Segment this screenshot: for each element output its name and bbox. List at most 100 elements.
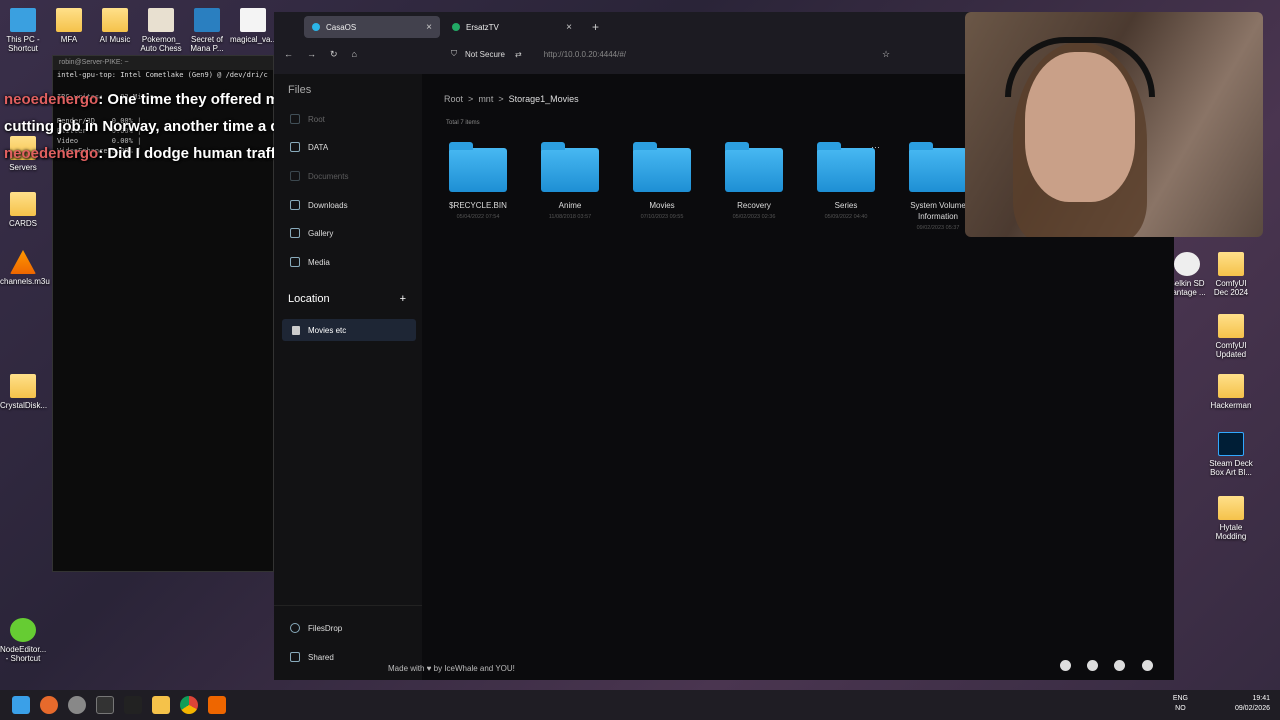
file-explorer-icon[interactable] [152,696,170,714]
folder-icon [1218,496,1244,520]
tab-casaos[interactable]: CasaOS × [304,16,440,38]
file-icon [240,8,266,32]
desktop-icon-nodeeditor[interactable]: NodeEditor... - Shortcut [0,618,46,663]
language-indicator[interactable]: ENG NO [1173,694,1188,714]
terminal-icon[interactable] [96,696,114,714]
folder-icon [725,142,783,192]
sidebar-item-data[interactable]: DATA [290,142,328,152]
home-icon[interactable]: ⌂ [352,49,357,59]
desktop-icon-comfyui-dec[interactable]: ComfyUI Dec 2024 [1208,252,1254,297]
sidebar-item-documents[interactable]: Documents [290,171,348,181]
desktop-icon-mfa[interactable]: MFA [46,8,92,44]
breadcrumb-mnt[interactable]: mnt [478,94,493,104]
desktop-icon-this-pc[interactable]: This PC - Shortcut [0,8,46,53]
app-icon [148,8,174,32]
terminal-titlebar: robin@Server-PIKE: ~ [53,56,273,70]
document-icon [290,171,300,181]
app-icon[interactable] [68,696,86,714]
desktop-icon-comfyui-updated[interactable]: ComfyUI Updated [1208,314,1254,359]
sidebar-item-filesdrop[interactable]: FilesDrop [290,623,342,633]
clock[interactable]: 19:41 09/02/2026 [1235,694,1270,714]
folder-item[interactable]: Recovery 05/02/2023 02:36 [714,142,794,220]
folder-icon [449,142,507,192]
app-icon [1174,252,1200,276]
folder-icon [102,8,128,32]
location-header: Location + [288,293,406,305]
reload-icon[interactable]: ↻ [330,49,338,60]
folder-icon [1218,374,1244,398]
breadcrumb-current: Storage1_Movies [508,94,579,104]
add-location-button[interactable]: + [400,293,406,305]
desktop-icon-crystaldisk[interactable]: CrystalDisk... [0,374,47,410]
back-icon[interactable]: ← [284,49,293,59]
desktop-icon-hackerman[interactable]: Hackerman [1208,374,1254,410]
folder-icon [541,142,599,192]
folder-icon [909,142,967,192]
files-sidebar: Files Root DATA Documents Downloads Gall… [274,74,422,680]
new-tab-button[interactable]: + [592,20,599,34]
app-icon [10,618,36,642]
filesdrop-icon [290,623,300,633]
vlc-icon[interactable] [208,696,226,714]
monitor-icon [10,8,36,32]
help-icon[interactable] [1142,660,1153,671]
desktop-icon-pokemon[interactable]: Pokemon_ Auto Chess [138,8,184,53]
discord-icon[interactable] [1087,660,1098,671]
folder-icon [10,192,36,216]
folder-item[interactable]: Movies 07/10/2023 09:55 [622,142,702,220]
webcam-overlay [965,12,1263,237]
desktop-icon-channels[interactable]: channels.m3u [0,250,50,286]
database-icon [290,142,300,152]
chat-username: neoedenergo [4,91,99,108]
desktop-icon-hytale[interactable]: Hytale Modding [1208,496,1254,541]
desktop-icon-cards[interactable]: CARDS [0,192,46,228]
close-icon[interactable]: × [426,22,432,33]
folder-icon [633,142,691,192]
folder-item[interactable]: $RECYCLE.BIN 05/04/2022 07:54 [438,142,518,220]
folder-icon [1218,314,1244,338]
forward-icon[interactable]: → [307,49,316,59]
chrome-icon[interactable] [180,696,198,714]
shield-icon: ⛉ [450,49,457,58]
desktop-icon-magical[interactable]: magical_va... [230,8,277,44]
folder-icon [10,374,36,398]
bookmark-star-icon[interactable]: ☆ [882,49,890,60]
chat-username: neoedenergo [4,145,99,162]
terminal-header: intel-gpu-top: Intel Cometlake (Gen9) @ … [57,71,268,79]
home-icon [290,114,300,124]
folder-icon [1218,252,1244,276]
casaos-icon [312,23,320,31]
photoshop-icon [1218,432,1244,456]
desktop-icon-steam-deck[interactable]: Steam Deck Box Art Bl... [1208,432,1254,477]
breadcrumb-root[interactable]: Root [444,94,463,104]
sidebar-item-shared[interactable]: Shared [290,652,334,662]
more-options-icon[interactable]: ··· [871,142,880,152]
sidebar-divider [274,605,422,606]
folder-item[interactable]: Series 05/09/2022 04:40 ··· [806,142,886,220]
start-button-icon[interactable] [12,696,30,714]
permissions-icon[interactable]: ⇄ [515,50,522,59]
url-bar[interactable]: ⛉ Not Secure ⇄ http://10.0.0.20:4444/#/ [451,49,640,59]
app-icon[interactable] [124,696,142,714]
image-icon [290,228,300,238]
github-icon[interactable] [1114,660,1125,671]
url-text: http://10.0.0.20:4444/#/ [543,49,627,59]
sidebar-item-media[interactable]: Media [290,257,330,267]
desktop-icon-secret-of-mana[interactable]: Secret of Mana P... [184,8,230,53]
sidebar-item-root[interactable]: Root [290,114,325,124]
media-icon [290,257,300,267]
location-item-movies-etc[interactable]: Movies etc [282,319,416,341]
folder-icon [817,142,875,192]
vlc-icon [10,250,36,274]
close-icon[interactable]: × [566,22,572,33]
app-icon [194,8,220,32]
sidebar-item-downloads[interactable]: Downloads [290,200,348,210]
taskbar: ENG NO 19:41 09/02/2026 [0,690,1280,720]
desktop-icon-ai-music[interactable]: AI Music [92,8,138,44]
tab-ersatztv[interactable]: ErsatzTV × [444,16,580,38]
sidebar-item-gallery[interactable]: Gallery [290,228,333,238]
firefox-icon[interactable] [40,696,58,714]
folder-item[interactable]: Anime 11/08/2018 03:57 [530,142,610,220]
drive-icon [292,325,300,335]
chat-icon[interactable] [1060,660,1071,671]
